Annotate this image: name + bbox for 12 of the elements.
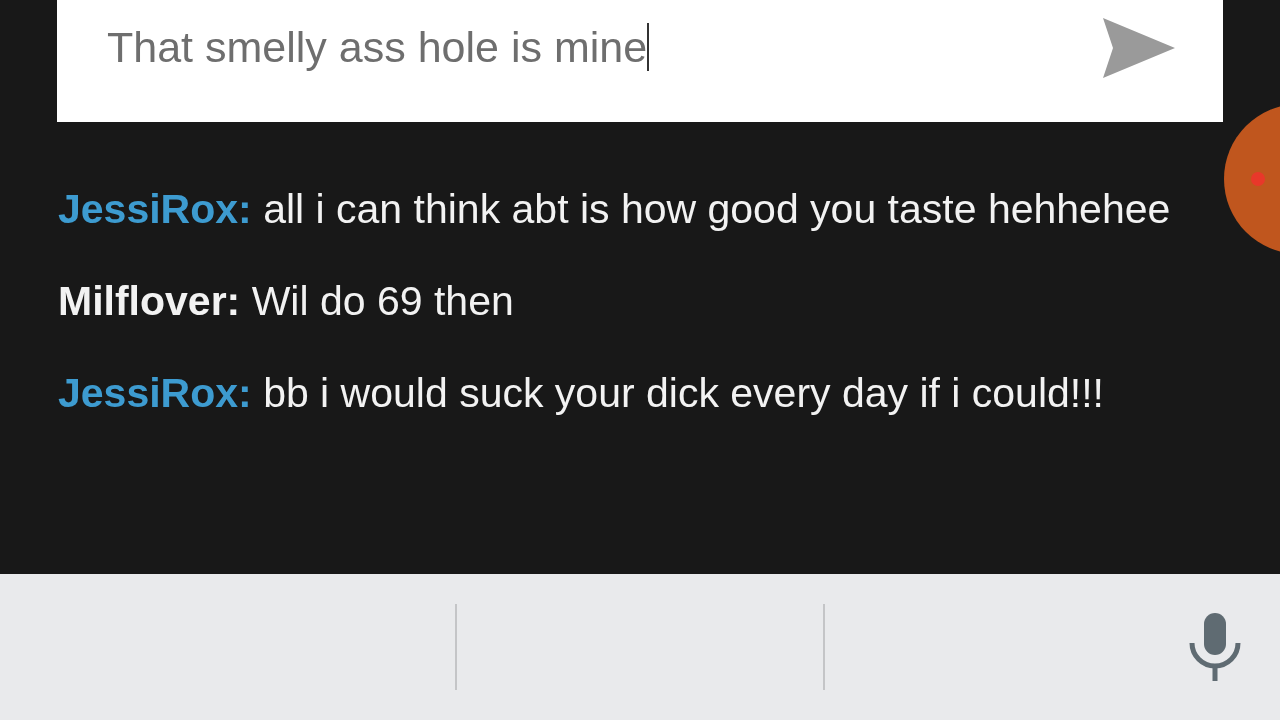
input-text: That smelly ass hole is mine xyxy=(107,21,648,73)
chat-message: Milflover: Wil do 69 then xyxy=(58,277,515,326)
chat-bubble-avatar[interactable] xyxy=(1224,104,1280,254)
message-input[interactable]: That smelly ass hole is mine xyxy=(57,0,1223,122)
text-cursor xyxy=(647,23,650,71)
send-icon[interactable] xyxy=(1101,16,1177,80)
sender-name: JessiRox: xyxy=(58,186,252,232)
chat-message: JessiRox: all i can think abt is how good you taste hehhehee xyxy=(58,185,1172,234)
sender-name: Milflover: xyxy=(58,278,241,324)
microphone-icon[interactable] xyxy=(1188,613,1242,681)
chat-message: JessiRox: bb i would suck your dick every day if i could!!! xyxy=(58,369,1105,418)
sender-name: JessiRox: xyxy=(58,370,252,416)
